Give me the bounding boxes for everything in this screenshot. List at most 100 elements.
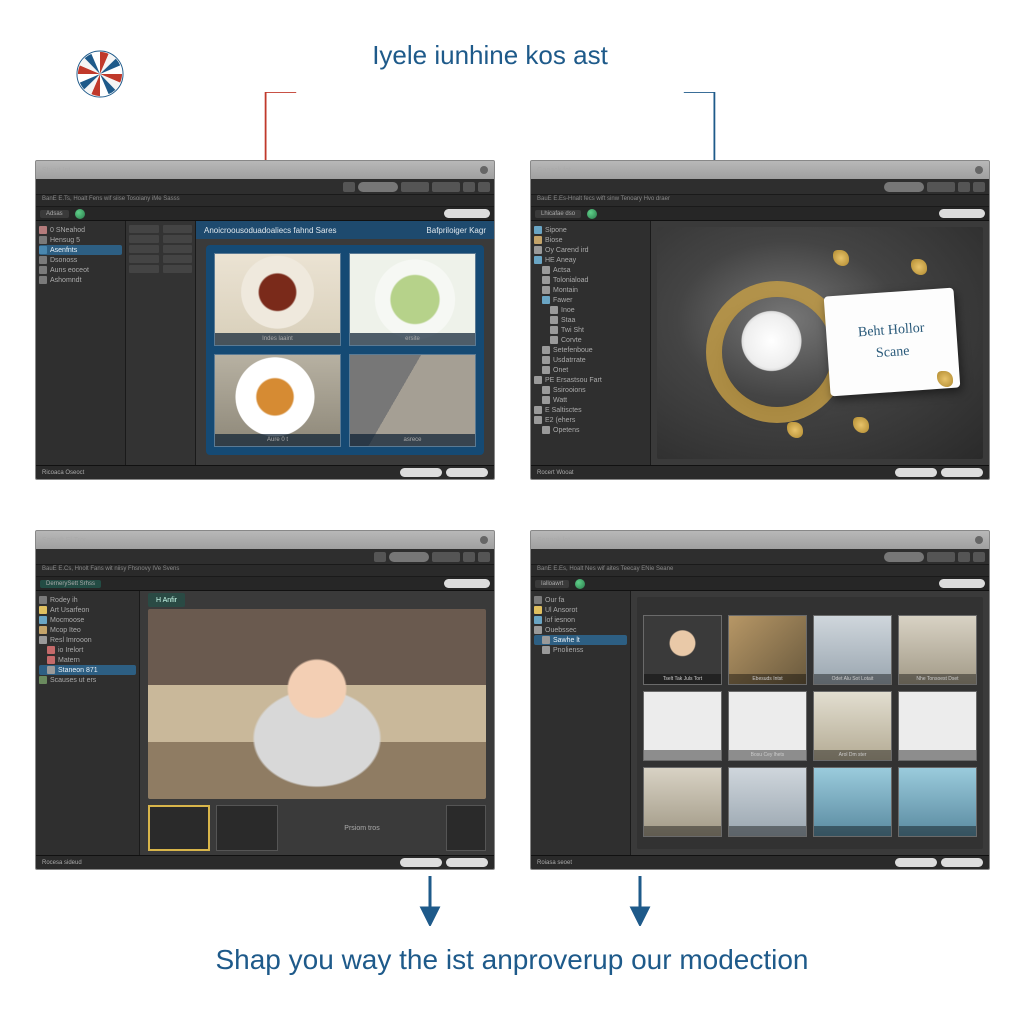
tool-button[interactable] [973, 552, 985, 562]
tree-node[interactable]: Auns eoceot [39, 265, 122, 275]
tree-node[interactable]: Watt [534, 395, 647, 405]
tool-button[interactable] [958, 182, 970, 192]
property-cell[interactable] [129, 235, 159, 243]
tree-node[interactable]: Onet [534, 365, 647, 375]
window-control-icon[interactable] [975, 536, 983, 544]
window-control-icon[interactable] [975, 166, 983, 174]
thumbnail[interactable]: asrece [349, 354, 476, 447]
asset-thumb[interactable] [728, 767, 807, 837]
tree-node[interactable]: Biose [534, 235, 647, 245]
search-field[interactable] [939, 579, 985, 588]
tool-button[interactable] [958, 552, 970, 562]
tab[interactable]: Adsas [40, 210, 69, 218]
viewport[interactable]: Beht Hollor Scane [651, 221, 989, 465]
property-cell[interactable] [129, 255, 159, 263]
tree-node[interactable]: Art Usarfeon [39, 605, 136, 615]
tree-node[interactable]: E2 (ehers [534, 415, 647, 425]
asset-thumb[interactable]: Arol Dm ster [813, 691, 892, 761]
filmstrip-thumb[interactable] [148, 805, 210, 851]
property-cell[interactable] [163, 225, 193, 233]
property-cell[interactable] [129, 265, 159, 273]
tree-node[interactable]: Montain [534, 285, 647, 295]
tree-node[interactable]: HE Aneay [534, 255, 647, 265]
tree-node[interactable]: Matern [39, 655, 136, 665]
window-control-icon[interactable] [480, 536, 488, 544]
asset-thumb[interactable] [898, 691, 977, 761]
thumbnail[interactable]: Aure 0 t [214, 354, 341, 447]
status-chip[interactable] [895, 858, 937, 867]
tab[interactable]: DernerySett Srhss [40, 580, 101, 588]
tree-node[interactable]: Sawhe lt [534, 635, 627, 645]
status-chip[interactable] [895, 468, 937, 477]
menubar[interactable]: BanE E.Es, Hoalt Nes wif aites Teecay EN… [531, 565, 989, 577]
tree-node[interactable]: Resl Imrooon [39, 635, 136, 645]
window-control-icon[interactable] [480, 166, 488, 174]
tool-button[interactable] [374, 552, 386, 562]
tree-node[interactable]: Mocmoose [39, 615, 136, 625]
status-chip[interactable] [446, 468, 488, 477]
status-chip[interactable] [941, 858, 983, 867]
tree-node[interactable]: Setefenboue [534, 345, 647, 355]
asset-thumb[interactable] [643, 691, 722, 761]
tree-node[interactable]: Fawer [534, 295, 647, 305]
tree-node[interactable]: Ashomndt [39, 275, 122, 285]
search-field[interactable] [444, 579, 490, 588]
tool-toggle[interactable] [358, 182, 398, 192]
tab[interactable]: Lhicafae dso [535, 210, 581, 218]
tree-node[interactable]: io Irelort [39, 645, 136, 655]
tree-node[interactable]: lof iesnon [534, 615, 627, 625]
thumbnail[interactable]: ersite [349, 253, 476, 346]
menubar[interactable]: BauE E.Cs, Hnolt Fans wit niisy Fhsnovy … [36, 565, 494, 577]
tree-node[interactable]: Opetens [534, 425, 647, 435]
status-chip[interactable] [446, 858, 488, 867]
tree-node[interactable]: Corvte [534, 335, 647, 345]
tree-node[interactable]: Mcop Iteo [39, 625, 136, 635]
tool-button[interactable] [432, 182, 460, 192]
tool-button[interactable] [432, 552, 460, 562]
tree-node[interactable]: PE Ersastsou Fart [534, 375, 647, 385]
tool-button[interactable] [973, 182, 985, 192]
tree-node[interactable]: Actsa [534, 265, 647, 275]
tree-node[interactable]: Scauses ut ers [39, 675, 136, 685]
tool-button[interactable] [463, 182, 475, 192]
menubar[interactable]: BauE E.Es-Hnalt fecs wift sinw Tenoary H… [531, 195, 989, 207]
search-field[interactable] [939, 209, 985, 218]
tool-toggle[interactable] [884, 552, 924, 562]
property-cell[interactable] [163, 235, 193, 243]
tree-node[interactable]: Oy Carend ird [534, 245, 647, 255]
property-cell[interactable] [129, 225, 159, 233]
tree-node[interactable]: Ouebssec [534, 625, 627, 635]
tree-node[interactable]: Our fa [534, 595, 627, 605]
tool-button[interactable] [343, 182, 355, 192]
sub-tab[interactable]: H Anfir [148, 593, 185, 607]
tree-node[interactable]: Pnolienss [534, 645, 627, 655]
tree-node[interactable]: Staa [534, 315, 647, 325]
filmstrip-thumb[interactable] [216, 805, 278, 851]
property-cell[interactable] [163, 255, 193, 263]
tree-node[interactable]: Dsonoss [39, 255, 122, 265]
tree-node[interactable]: Staneon 871 [39, 665, 136, 675]
thumbnail[interactable]: Indes laaint [214, 253, 341, 346]
search-field[interactable] [444, 209, 490, 218]
menubar[interactable]: BanE E.Ts, Hoalt Fens wif siise Tosoiany… [36, 195, 494, 207]
tool-button[interactable] [478, 182, 490, 192]
status-chip[interactable] [400, 858, 442, 867]
property-cell[interactable] [163, 265, 193, 273]
tree-node[interactable]: Inoe [534, 305, 647, 315]
asset-thumb[interactable] [643, 767, 722, 837]
tool-button[interactable] [927, 182, 955, 192]
asset-thumb[interactable] [813, 767, 892, 837]
tool-button[interactable] [478, 552, 490, 562]
tree-node[interactable]: Twi Sht [534, 325, 647, 335]
tree-node[interactable]: Sipone [534, 225, 647, 235]
tool-button[interactable] [927, 552, 955, 562]
status-chip[interactable] [941, 468, 983, 477]
property-cell[interactable] [129, 245, 159, 253]
tab[interactable]: Ialloawrt [535, 580, 569, 588]
tree-node[interactable]: Asenfnts [39, 245, 122, 255]
asset-thumb[interactable] [898, 767, 977, 837]
tool-toggle[interactable] [389, 552, 429, 562]
asset-thumb[interactable]: Ebesuds Intst [728, 615, 807, 685]
asset-thumb[interactable]: Tselt Tak Juls Tort [643, 615, 722, 685]
tool-button[interactable] [401, 182, 429, 192]
